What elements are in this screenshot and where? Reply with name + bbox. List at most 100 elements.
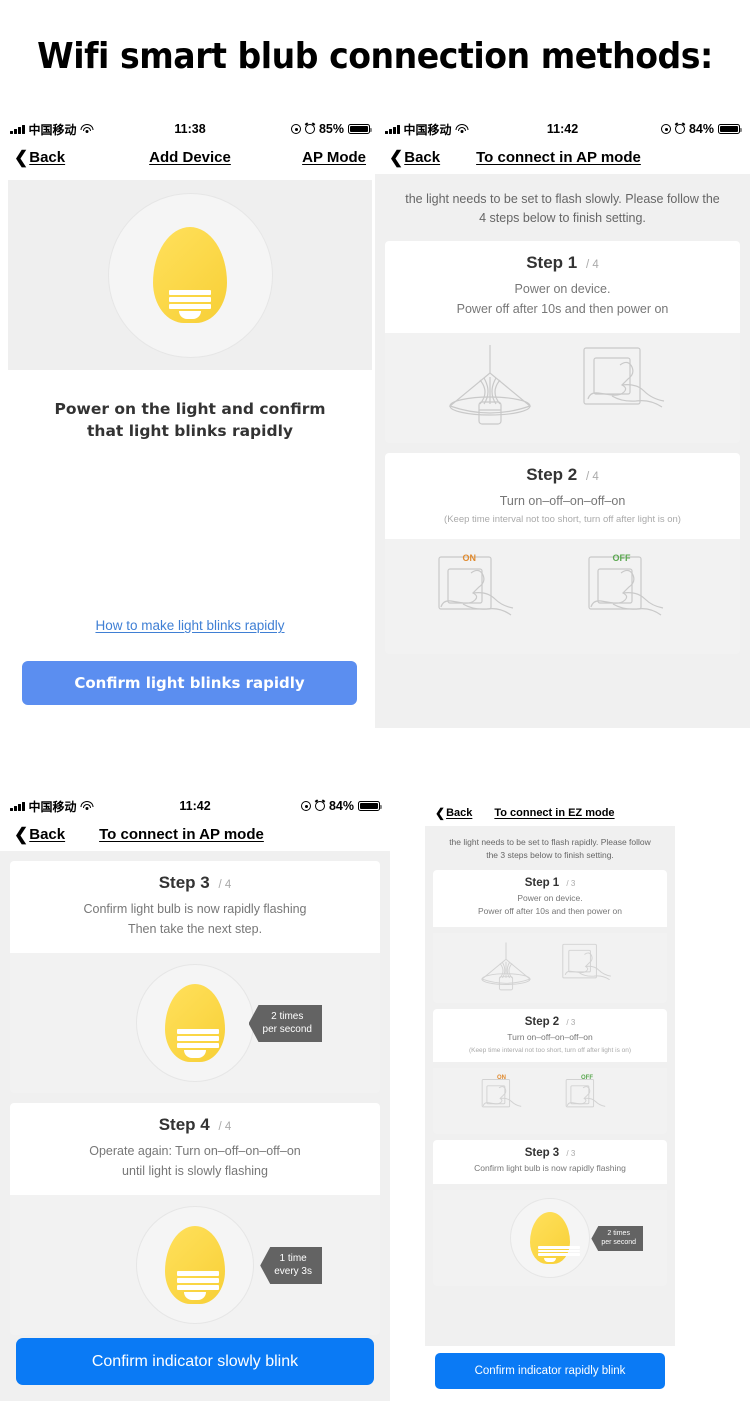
bulb-circle: [510, 1197, 590, 1278]
step-desc-line1: Turn on–off–on–off–on: [499, 493, 626, 508]
step-heading: Step 3 / 3: [439, 1147, 661, 1159]
step-counter: / 4: [218, 1121, 232, 1133]
blink-rate-badge: 2 times per second: [591, 1225, 643, 1252]
step-desc-line1: Turn on–off–on–off–on: [507, 1031, 593, 1042]
step-counter: / 4: [218, 879, 232, 891]
step-card: Step 2 / 3 Turn on–off–on–off–on (Keep t…: [433, 1008, 667, 1063]
step-illustration-on-off: ON OFF: [385, 538, 740, 654]
nav-bar: ❮ Back To connect in EZ mode: [425, 800, 675, 826]
step-heading: Step 4 / 4: [20, 1115, 370, 1135]
nav-title: Add Device: [149, 148, 231, 166]
step-heading: Step 1 / 3: [439, 877, 661, 889]
nav-bar: ❮ Back To connect in AP mode: [375, 140, 750, 174]
nav-title: To connect in AP mode: [99, 825, 264, 843]
confirm-indicator-rapidly-blink-button[interactable]: Confirm indicator rapidly blink: [435, 1353, 665, 1389]
back-button[interactable]: ❮ Back: [389, 149, 440, 166]
step-desc-line2: Power off after 10s and then power on: [456, 301, 669, 316]
wifi-icon: [80, 124, 94, 134]
step-card: Step 1 / 4 Power on device. Power off af…: [385, 240, 740, 333]
ap-mode-button[interactable]: AP Mode: [231, 149, 366, 166]
step-card: Step 3 / 3 Confirm light bulb is now rap…: [433, 1140, 667, 1184]
confirm-blinks-rapidly-button[interactable]: Confirm light blinks rapidly: [22, 661, 357, 705]
battery-percent: 84%: [688, 122, 714, 136]
hand-switch-icon: [587, 556, 663, 616]
status-bar: 中国移动 11:42 84%: [0, 795, 390, 817]
step-description: Turn on–off–on–off–on: [395, 491, 730, 511]
back-button[interactable]: ❮ Back: [14, 826, 65, 843]
step-description: Operate again: Turn on–off–on–off–on unt…: [20, 1141, 370, 1181]
badge-line1: 2 times: [271, 1011, 304, 1022]
status-bar: 中国移动 11:38 85%: [0, 118, 380, 140]
location-icon: [290, 124, 301, 134]
step-desc-line2: Power off after 10s and then power on: [478, 906, 622, 917]
battery-icon: [358, 800, 382, 812]
battery-percent: 85%: [318, 122, 344, 136]
carrier-label: 中国移动: [28, 799, 77, 814]
switch-off-group: OFF: [583, 549, 693, 644]
intro-text: the light needs to be set to flash rapid…: [449, 837, 651, 860]
badge-line1: 2 times: [607, 1229, 630, 1237]
status-time: 11:38: [174, 122, 206, 136]
location-icon: [300, 801, 311, 811]
switch-on-label: ON: [462, 552, 477, 563]
light-bulb-icon: [530, 1211, 580, 1264]
step-card: Step 1 / 3 Power on device. Power off af…: [433, 869, 667, 927]
step-desc-line1: Power on device.: [514, 281, 611, 296]
wifi-icon: [80, 801, 94, 811]
bulb-circle: [136, 1206, 254, 1324]
status-time: 11:42: [179, 799, 211, 813]
step-note: (Keep time interval not too short, turn …: [444, 513, 681, 525]
switch-on-group: ON: [433, 549, 543, 644]
step-desc-line2: until light is slowly flashing: [122, 1164, 268, 1178]
switch-on-label: ON: [497, 1074, 506, 1081]
step-illustration-bulb-slow: 1 time every 3s: [10, 1195, 380, 1335]
steps-scroll-area[interactable]: the light needs to be set to flash rapid…: [425, 826, 675, 1346]
step-counter: / 3: [566, 878, 576, 888]
phone-panel-ap-mode-steps-3-4: 中国移动 11:42 84% ❮ Back To connect in AP m…: [0, 795, 390, 1401]
nav-title: To connect in AP mode: [476, 148, 641, 166]
signal-bars-icon: [10, 124, 25, 134]
blink-rate-badge: 2 times per second: [248, 1005, 322, 1042]
step-illustration-lamp-switch: [385, 332, 740, 443]
step-heading-label: Step 4: [158, 1115, 210, 1134]
step-heading-label: Step 1: [526, 252, 578, 272]
step-desc-line1: Operate again: Turn on–off–on–off–on: [89, 1144, 301, 1158]
step-illustration-bulb-fast: 2 times per second: [433, 1189, 667, 1286]
phone-panel-ez-mode: ❮ Back To connect in EZ mode the light n…: [425, 800, 675, 1401]
badge-line2: every 3s: [274, 1265, 312, 1277]
step-heading-label: Step 3: [524, 1147, 560, 1160]
hand-switch-icon: [481, 1078, 522, 1108]
light-bulb-icon: [165, 1226, 225, 1304]
back-label: Back: [446, 807, 473, 819]
phone-panel-ap-mode-steps-1-2: 中国移动 11:42 84% ❮ Back To connect in AP m…: [375, 118, 750, 728]
signal-bars-icon: [10, 801, 25, 811]
back-button[interactable]: ❮ Back: [14, 149, 149, 166]
step-illustration-bulb-fast: 2 times per second: [10, 953, 380, 1093]
badge-line2: per second: [262, 1023, 312, 1035]
step-heading: Step 2 / 3: [439, 1016, 661, 1028]
hero-caption-line1: Power on the light and confirm: [54, 400, 326, 418]
badge-line2: per second: [601, 1238, 636, 1246]
hero-caption: Power on the light and confirm that ligh…: [0, 398, 380, 443]
step-counter: / 4: [585, 470, 599, 483]
steps-scroll-area[interactable]: Step 3 / 4 Confirm light bulb is now rap…: [0, 851, 390, 1401]
hand-switch-icon: [582, 347, 664, 408]
step-card: Step 2 / 4 Turn on–off–on–off–on (Keep t…: [385, 452, 740, 539]
carrier-label: 中国移动: [403, 122, 452, 137]
step-description: Turn on–off–on–off–on: [439, 1031, 661, 1045]
back-button[interactable]: ❮ Back: [435, 807, 472, 819]
confirm-indicator-slowly-blink-button[interactable]: Confirm indicator slowly blink: [16, 1338, 374, 1385]
step-heading-label: Step 2: [524, 1015, 560, 1028]
hand-switch-icon: [562, 943, 611, 980]
switch-on-group: ON: [479, 1073, 537, 1130]
how-to-link[interactable]: How to make light blinks rapidly: [0, 618, 380, 633]
chevron-left-icon: ❮: [435, 806, 446, 820]
status-bar: 中国移动 11:42 84%: [375, 118, 750, 140]
bulb-circle: [136, 964, 254, 1082]
signal-bars-icon: [385, 124, 400, 134]
battery-icon: [348, 123, 372, 135]
nav-bar: ❮ Back To connect in AP mode: [0, 817, 390, 851]
steps-scroll-area[interactable]: the light needs to be set to flash slowl…: [375, 174, 750, 728]
step-description: Confirm light bulb is now rapidly flashi…: [439, 1162, 661, 1176]
step-heading: Step 3 / 4: [20, 873, 370, 893]
